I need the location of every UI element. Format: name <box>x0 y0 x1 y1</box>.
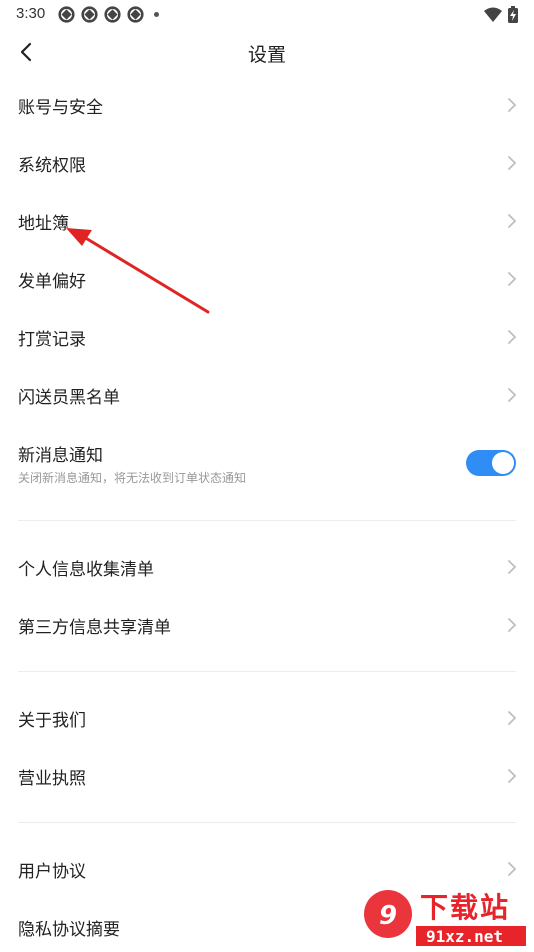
settings-item-new-message-notification: 新消息通知 关闭新消息通知，将无法收到订单状态通知 <box>0 428 534 494</box>
svg-text:9: 9 <box>379 901 397 931</box>
settings-item-label: 营业执照 <box>18 769 86 789</box>
settings-item-address-book[interactable]: 地址簿 <box>0 192 534 250</box>
section-divider <box>18 671 516 672</box>
notification-toggle[interactable] <box>466 450 516 476</box>
chevron-right-icon <box>508 618 517 632</box>
settings-item-tip-records[interactable]: 打赏记录 <box>0 308 534 366</box>
chevron-right-icon <box>508 711 517 725</box>
toggle-knob <box>492 452 514 474</box>
battery-charging-icon <box>508 6 518 23</box>
wifi-icon <box>484 7 502 22</box>
settings-item-label: 闪送员黑名单 <box>18 388 120 408</box>
settings-item-personal-info-collection[interactable]: 个人信息收集清单 <box>0 538 534 596</box>
settings-item-label: 发单偏好 <box>18 272 86 292</box>
settings-item-label: 第三方信息共享清单 <box>18 618 171 638</box>
app-notification-icon <box>104 6 121 23</box>
settings-item-about-us[interactable]: 关于我们 <box>0 689 534 747</box>
app-notification-icon <box>81 6 98 23</box>
chevron-right-icon <box>508 862 517 876</box>
chevron-right-icon <box>508 272 517 286</box>
chevron-right-icon <box>508 769 517 783</box>
settings-item-label: 系统权限 <box>18 156 86 176</box>
app-notification-icon <box>58 6 75 23</box>
settings-item-business-license[interactable]: 营业执照 <box>0 747 534 805</box>
section-divider <box>18 822 516 823</box>
settings-item-label: 用户协议 <box>18 862 86 882</box>
settings-item-courier-blacklist[interactable]: 闪送员黑名单 <box>0 366 534 424</box>
section-divider <box>18 520 516 521</box>
more-notifications-dot <box>154 12 159 17</box>
settings-item-label: 新消息通知 <box>18 446 103 466</box>
settings-item-account-security[interactable]: 账号与安全 <box>0 76 534 134</box>
app-notification-icon <box>127 6 144 23</box>
chevron-right-icon <box>508 560 517 574</box>
watermark-domain: 91xz.net <box>426 927 504 946</box>
chevron-right-icon <box>508 388 517 402</box>
watermark-logo: 9 下载站 91xz.net <box>360 884 530 948</box>
system-icons <box>484 6 518 23</box>
chevron-right-icon <box>508 98 517 112</box>
settings-item-third-party-sharing[interactable]: 第三方信息共享清单 <box>0 596 534 654</box>
settings-item-label: 个人信息收集清单 <box>18 560 154 580</box>
notification-icons <box>58 6 159 23</box>
settings-item-label: 隐私协议摘要 <box>18 920 120 940</box>
settings-item-system-permissions[interactable]: 系统权限 <box>0 134 534 192</box>
settings-item-label: 账号与安全 <box>18 98 103 118</box>
settings-item-label: 打赏记录 <box>18 330 86 350</box>
chevron-right-icon <box>508 214 517 228</box>
settings-item-label: 关于我们 <box>18 711 86 731</box>
chevron-right-icon <box>508 330 517 344</box>
watermark-brand: 下载站 <box>420 891 511 924</box>
settings-item-subtitle: 关闭新消息通知，将无法收到订单状态通知 <box>18 471 247 485</box>
page-title: 设置 <box>247 44 286 66</box>
status-time: 3:30 <box>16 5 46 22</box>
chevron-right-icon <box>508 156 517 170</box>
settings-item-label: 地址簿 <box>18 214 69 234</box>
settings-item-order-preferences[interactable]: 发单偏好 <box>0 250 534 308</box>
status-bar: 3:30 <box>0 0 534 28</box>
nav-bar: 设置 <box>0 28 534 76</box>
